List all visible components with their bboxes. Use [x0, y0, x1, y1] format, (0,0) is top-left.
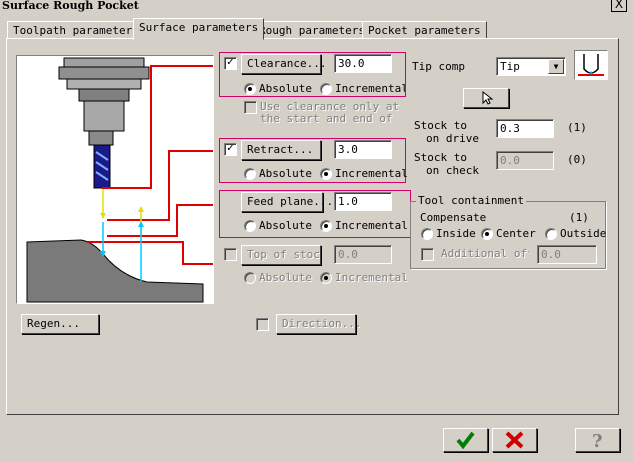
clearance-input[interactable]: 30.0	[334, 54, 392, 73]
top-of-stock-absolute-label: Absolute	[259, 271, 312, 284]
inside-label: Inside	[436, 227, 476, 240]
cancel-button[interactable]	[492, 428, 537, 452]
clearance-checkbox[interactable]: ✓	[224, 57, 237, 70]
feed-plane-input[interactable]: 1.0	[334, 192, 392, 211]
additional-offset-input[interactable]: 0.0	[537, 245, 597, 264]
top-of-stock-incremental-label: Incremental	[335, 271, 408, 284]
close-button[interactable]: X	[611, 0, 627, 12]
use-clearance-checkbox[interactable]	[244, 101, 257, 114]
stock-drive-label-1: Stock to	[414, 119, 467, 132]
checkmark-icon	[456, 431, 475, 450]
retract-absolute-label: Absolute	[259, 167, 312, 180]
center-label: Center	[496, 227, 536, 240]
svg-text:?: ?	[592, 431, 603, 451]
retract-absolute-radio[interactable]	[244, 168, 256, 180]
ok-button[interactable]	[443, 428, 488, 452]
feed-plane-absolute-label: Absolute	[259, 219, 312, 232]
stock-check-input[interactable]: 0.0	[496, 151, 554, 170]
stock-drive-input[interactable]: 0.3	[496, 119, 554, 138]
clearance-incremental-radio[interactable]	[320, 83, 332, 95]
top-of-stock-input[interactable]: 0.0	[334, 245, 392, 264]
top-of-stock-absolute-radio[interactable]	[244, 272, 256, 284]
stock-check-label-2: on check	[426, 164, 479, 177]
help-button[interactable]: ?	[575, 428, 620, 452]
retract-checkbox[interactable]: ✓	[224, 143, 237, 156]
clearance-button[interactable]: Clearance...	[241, 54, 326, 74]
tool-diagram	[16, 55, 214, 304]
outside-label: Outside	[560, 227, 607, 240]
direction-button[interactable]: Direction...	[276, 314, 361, 334]
additional-offset-label: Additional offset	[441, 247, 529, 260]
retract-input[interactable]: 3.0	[334, 140, 392, 159]
question-mark-icon: ?	[592, 431, 603, 452]
tab-rough-parameters[interactable]: Rough parameters	[253, 21, 371, 39]
chevron-down-icon[interactable]: ▼	[548, 59, 564, 74]
top-of-stock-button[interactable]: Top of stock...	[241, 245, 321, 265]
outside-radio[interactable]	[545, 228, 557, 240]
close-x-icon	[505, 431, 524, 449]
regen-button[interactable]: Regen...	[21, 314, 99, 334]
top-of-stock-incremental-radio[interactable]	[320, 272, 332, 284]
stock-check-count: (0)	[567, 153, 587, 166]
tool-containment-title: Tool containment	[416, 194, 526, 207]
tool-tip-icon	[574, 50, 608, 80]
compensate-label: Compensate	[420, 211, 487, 224]
top-of-stock-checkbox[interactable]	[224, 248, 237, 261]
clearance-absolute-label: Absolute	[259, 82, 312, 95]
use-clearance-label: Use clearance only at the start and end …	[260, 101, 400, 125]
stock-check-label-1: Stock to	[414, 151, 467, 164]
retract-button[interactable]: Retract...	[241, 140, 321, 160]
tab-pocket-parameters[interactable]: Pocket parameters	[362, 21, 487, 39]
tip-comp-label: Tip comp	[412, 60, 465, 73]
inside-radio[interactable]	[421, 228, 433, 240]
feed-plane-button[interactable]: Feed plane...	[241, 192, 333, 212]
tab-toolpath-parameters[interactable]: Toolpath parameters	[7, 21, 145, 39]
stock-drive-label-2: on drive	[426, 132, 479, 145]
cursor-arrow-icon	[482, 91, 494, 105]
feed-plane-incremental-radio[interactable]	[320, 220, 332, 232]
compensate-count: (1)	[569, 211, 589, 224]
feed-plane-incremental-label: Incremental	[335, 219, 408, 232]
direction-checkbox[interactable]	[256, 318, 269, 331]
stock-drive-count: (1)	[567, 121, 587, 134]
retract-incremental-label: Incremental	[335, 167, 408, 180]
feed-plane-absolute-radio[interactable]	[244, 220, 256, 232]
window-title: Surface Rough Pocket	[0, 0, 633, 13]
tip-pick-button[interactable]	[463, 88, 509, 108]
clearance-incremental-label: Incremental	[335, 82, 405, 95]
retract-incremental-radio[interactable]	[320, 168, 332, 180]
dialog-window: Surface Rough Pocket X Toolpath paramete…	[0, 0, 633, 462]
tab-surface-parameters[interactable]: Surface parameters	[133, 18, 265, 40]
additional-offset-checkbox[interactable]	[421, 248, 434, 261]
tip-comp-value: Tip	[500, 60, 520, 73]
center-radio[interactable]	[481, 228, 493, 240]
tool-diagram-graphic	[26, 57, 213, 303]
clearance-absolute-radio[interactable]	[244, 83, 256, 95]
